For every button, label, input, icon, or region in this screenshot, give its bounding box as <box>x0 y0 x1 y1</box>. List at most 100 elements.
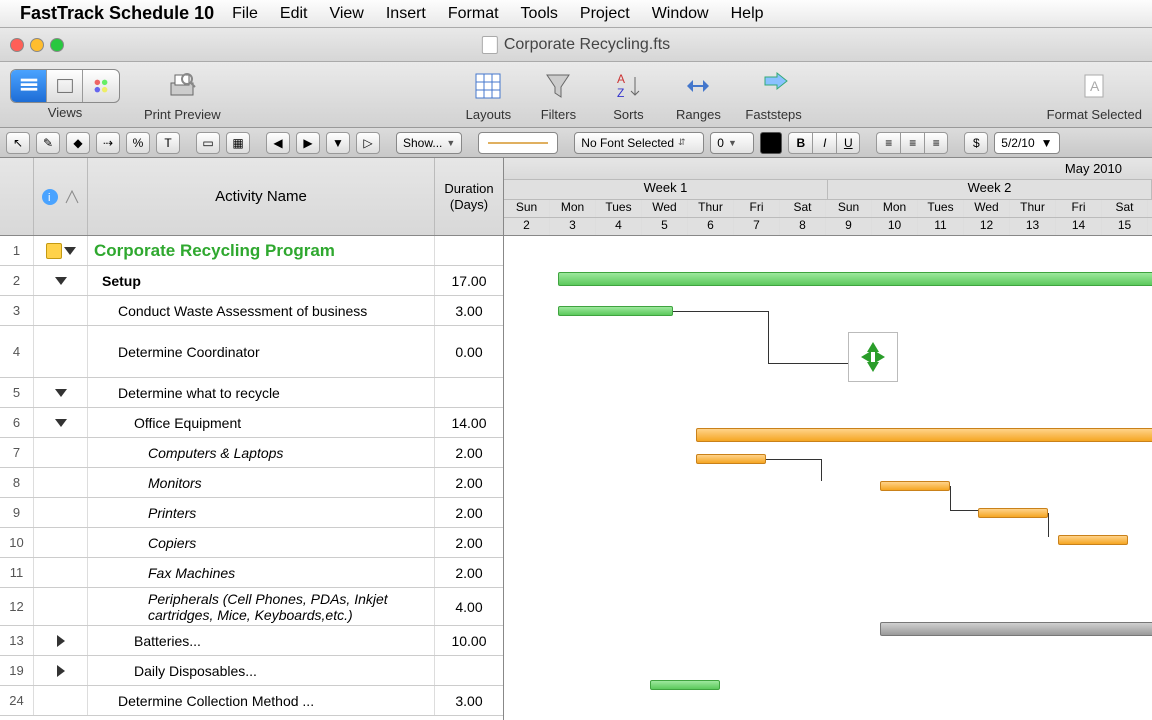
duration-cell[interactable]: 2.00 <box>435 498 503 527</box>
table-row[interactable]: 19Daily Disposables... <box>0 656 503 686</box>
menu-insert[interactable]: Insert <box>386 5 426 23</box>
milestone-tool-icon[interactable]: ◆ <box>66 132 90 154</box>
faststeps-button[interactable] <box>751 67 797 105</box>
goto-date-icon[interactable]: $ <box>964 132 988 154</box>
draw-tool-icon[interactable]: ✎ <box>36 132 60 154</box>
gantt-bar-setup[interactable] <box>558 272 1152 286</box>
duration-cell[interactable] <box>435 656 503 685</box>
table-row[interactable]: 24Determine Collection Method ...3.00 <box>0 686 503 716</box>
duration-cell[interactable]: 2.00 <box>435 438 503 467</box>
row-number[interactable]: 1 <box>0 236 34 265</box>
format-selected-button[interactable]: A <box>1071 67 1117 105</box>
duration-cell[interactable]: 2.00 <box>435 528 503 557</box>
arrow-tool-icon[interactable]: ↖ <box>6 132 30 154</box>
table-row[interactable]: 13 Batteries...10.00 <box>0 626 503 656</box>
nav-down-icon[interactable]: ▼ <box>326 132 350 154</box>
table-row[interactable]: 5Determine what to recycle <box>0 378 503 408</box>
table-row[interactable]: 2Setup17.00 <box>0 266 503 296</box>
nav-next-icon[interactable]: ▶ <box>296 132 320 154</box>
activity-name[interactable]: Conduct Waste Assessment of business <box>88 296 435 325</box>
duration-column-header[interactable]: Duration (Days) <box>435 158 503 235</box>
date-field[interactable]: 5/2/10▼ <box>994 132 1059 154</box>
link-tool-icon[interactable]: ⇢ <box>96 132 120 154</box>
collapse-icon[interactable] <box>55 277 67 285</box>
activity-name[interactable]: Computers & Laptops <box>88 438 435 467</box>
table-row[interactable]: 4 Determine Coordinator0.00 <box>0 326 503 378</box>
align-left-icon[interactable]: ≡ <box>876 132 900 154</box>
print-preview-button[interactable] <box>159 67 205 105</box>
table-row[interactable]: 9 Printers2.00 <box>0 498 503 528</box>
table-row[interactable]: 6Office Equipment14.00 <box>0 408 503 438</box>
menu-window[interactable]: Window <box>652 5 709 23</box>
sorts-button[interactable]: AZ <box>605 67 651 105</box>
font-dropdown[interactable]: No Font Selected⇵ <box>574 132 704 154</box>
duration-cell[interactable]: 2.00 <box>435 468 503 497</box>
table-row[interactable]: 11Fax Machines2.00 <box>0 558 503 588</box>
legend-tool-icon[interactable]: ▦ <box>226 132 250 154</box>
bold-button[interactable]: B <box>788 132 812 154</box>
gantt-bar-batteries[interactable] <box>880 622 1152 636</box>
align-center-icon[interactable]: ≡ <box>900 132 924 154</box>
collapse-icon[interactable] <box>55 419 67 427</box>
row-number[interactable]: 12 <box>0 588 34 625</box>
menu-edit[interactable]: Edit <box>280 5 308 23</box>
duration-cell[interactable]: 17.00 <box>435 266 503 295</box>
gantt-bar-monitors[interactable] <box>880 481 950 491</box>
table-row[interactable]: 1 Corporate Recycling Program <box>0 236 503 266</box>
table-row[interactable]: 10Copiers2.00 <box>0 528 503 558</box>
nav-play-icon[interactable]: ▷ <box>356 132 380 154</box>
row-number[interactable]: 6 <box>0 408 34 437</box>
activity-name[interactable]: Printers <box>88 498 435 527</box>
menu-view[interactable]: View <box>329 5 363 23</box>
line-style-picker[interactable] <box>478 132 558 154</box>
filters-button[interactable] <box>535 67 581 105</box>
expand-icon[interactable] <box>57 635 65 647</box>
gantt-bar-office-equipment[interactable] <box>696 428 1152 442</box>
layouts-button[interactable] <box>465 67 511 105</box>
recycle-milestone-icon[interactable] <box>848 332 898 382</box>
row-number[interactable]: 11 <box>0 558 34 587</box>
activity-name[interactable]: Determine Coordinator <box>88 326 435 377</box>
row-number[interactable]: 13 <box>0 626 34 655</box>
activity-name[interactable]: Fax Machines <box>88 558 435 587</box>
duration-cell[interactable] <box>435 378 503 407</box>
gantt-bar-waste-assessment[interactable] <box>558 306 673 316</box>
expand-icon[interactable] <box>57 665 65 677</box>
row-number[interactable]: 7 <box>0 438 34 467</box>
zoom-window-button[interactable] <box>50 38 64 52</box>
menu-project[interactable]: Project <box>580 5 630 23</box>
gantt-chart[interactable]: May 2010 Week 1Week 2 SunMonTuesWedThurF… <box>504 158 1152 720</box>
activity-name[interactable]: Daily Disposables... <box>88 656 435 685</box>
minimize-window-button[interactable] <box>30 38 44 52</box>
menu-help[interactable]: Help <box>731 5 764 23</box>
row-number[interactable]: 9 <box>0 498 34 527</box>
text-tool-icon[interactable]: T <box>156 132 180 154</box>
row-number[interactable]: 4 <box>0 326 34 377</box>
gantt-bar-computers[interactable] <box>696 454 766 464</box>
activity-column-header[interactable]: Activity Name <box>88 158 435 235</box>
info-column-icon[interactable]: i <box>41 188 59 206</box>
italic-button[interactable]: I <box>812 132 836 154</box>
row-number[interactable]: 24 <box>0 686 34 715</box>
duration-cell[interactable] <box>435 236 503 265</box>
duration-cell[interactable]: 10.00 <box>435 626 503 655</box>
text-color-swatch[interactable] <box>760 132 782 154</box>
percent-tool-icon[interactable]: % <box>126 132 150 154</box>
row-number[interactable]: 10 <box>0 528 34 557</box>
activity-name[interactable]: Batteries... <box>88 626 435 655</box>
activity-name[interactable]: Setup <box>88 266 435 295</box>
underline-button[interactable]: U <box>836 132 860 154</box>
activity-name[interactable]: Peripherals (Cell Phones, PDAs, Inkjet c… <box>88 588 435 625</box>
row-number[interactable]: 8 <box>0 468 34 497</box>
ranges-button[interactable] <box>675 67 721 105</box>
table-row[interactable]: 12 Peripherals (Cell Phones, PDAs, Inkjet… <box>0 588 503 626</box>
link-column-icon[interactable] <box>63 188 81 206</box>
gantt-bar-copiers[interactable] <box>1058 535 1128 545</box>
app-name[interactable]: FastTrack Schedule 10 <box>20 3 214 24</box>
menu-file[interactable]: File <box>232 5 258 23</box>
menu-tools[interactable]: Tools <box>521 5 558 23</box>
activity-name[interactable]: Corporate Recycling Program <box>88 236 435 265</box>
nav-prev-icon[interactable]: ◀ <box>266 132 290 154</box>
gantt-bar-printers[interactable] <box>978 508 1048 518</box>
duration-cell[interactable]: 0.00 <box>435 326 503 377</box>
